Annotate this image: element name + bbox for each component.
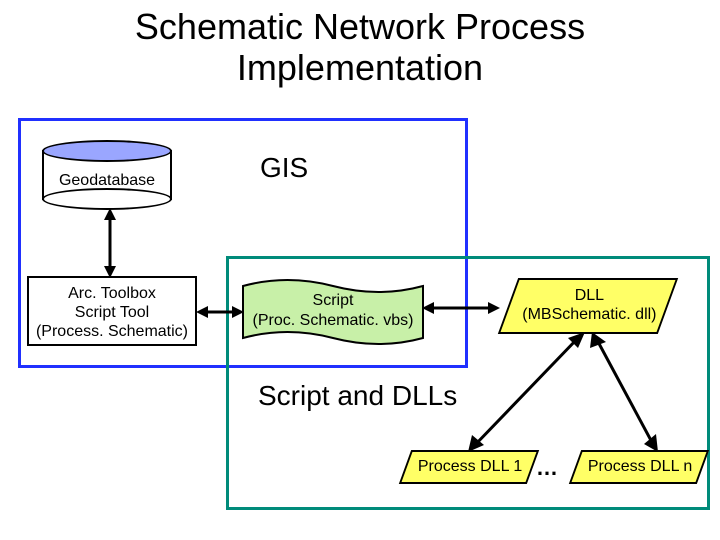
dll-label-wrap: DLL (MBSchematic. dll) bbox=[511, 280, 667, 324]
script-label-wrap: Script (Proc. Schematic. vbs) bbox=[242, 291, 424, 331]
arrow-dll-proc1 bbox=[460, 332, 590, 454]
atb-l3: (Process. Schematic) bbox=[36, 323, 188, 340]
title-line1: Schematic Network Process bbox=[135, 6, 585, 47]
arctoolbox-node: Arc. Toolbox Script Tool (Process. Schem… bbox=[27, 276, 197, 346]
arrow-atb-script bbox=[196, 302, 244, 322]
dll-l2: (MBSchematic. dll) bbox=[522, 306, 656, 323]
process-dll-1-node: Process DLL 1 bbox=[399, 450, 539, 484]
script-l2: (Proc. Schematic. vbs) bbox=[253, 312, 414, 329]
geodatabase-label: Geodatabase bbox=[42, 172, 172, 190]
atb-l2: Script Tool bbox=[75, 304, 149, 321]
pdn-label: Process DLL n bbox=[578, 452, 702, 476]
arrow-geodb-atb bbox=[100, 208, 120, 278]
geodatabase-node: Geodatabase bbox=[42, 140, 172, 210]
page-title: Schematic Network Process Implementation bbox=[0, 6, 720, 89]
ellipsis-dots: … bbox=[536, 455, 560, 481]
dll-node: DLL (MBSchematic. dll) bbox=[498, 278, 678, 334]
cylinder-bottom bbox=[42, 188, 172, 210]
title-line2: Implementation bbox=[237, 47, 483, 88]
script-dll-label: Script and DLLs bbox=[258, 380, 457, 412]
gis-label: GIS bbox=[260, 152, 308, 184]
atb-l1: Arc. Toolbox bbox=[68, 285, 156, 302]
script-l1: Script bbox=[313, 292, 354, 309]
arrow-script-dll bbox=[422, 298, 500, 318]
pd1-label: Process DLL 1 bbox=[408, 452, 532, 476]
cylinder-top bbox=[42, 140, 172, 162]
script-node: Script (Proc. Schematic. vbs) bbox=[242, 278, 424, 346]
process-dll-n-node: Process DLL n bbox=[569, 450, 709, 484]
dll-l1: DLL bbox=[575, 287, 604, 304]
arrow-dll-procn bbox=[588, 332, 668, 454]
